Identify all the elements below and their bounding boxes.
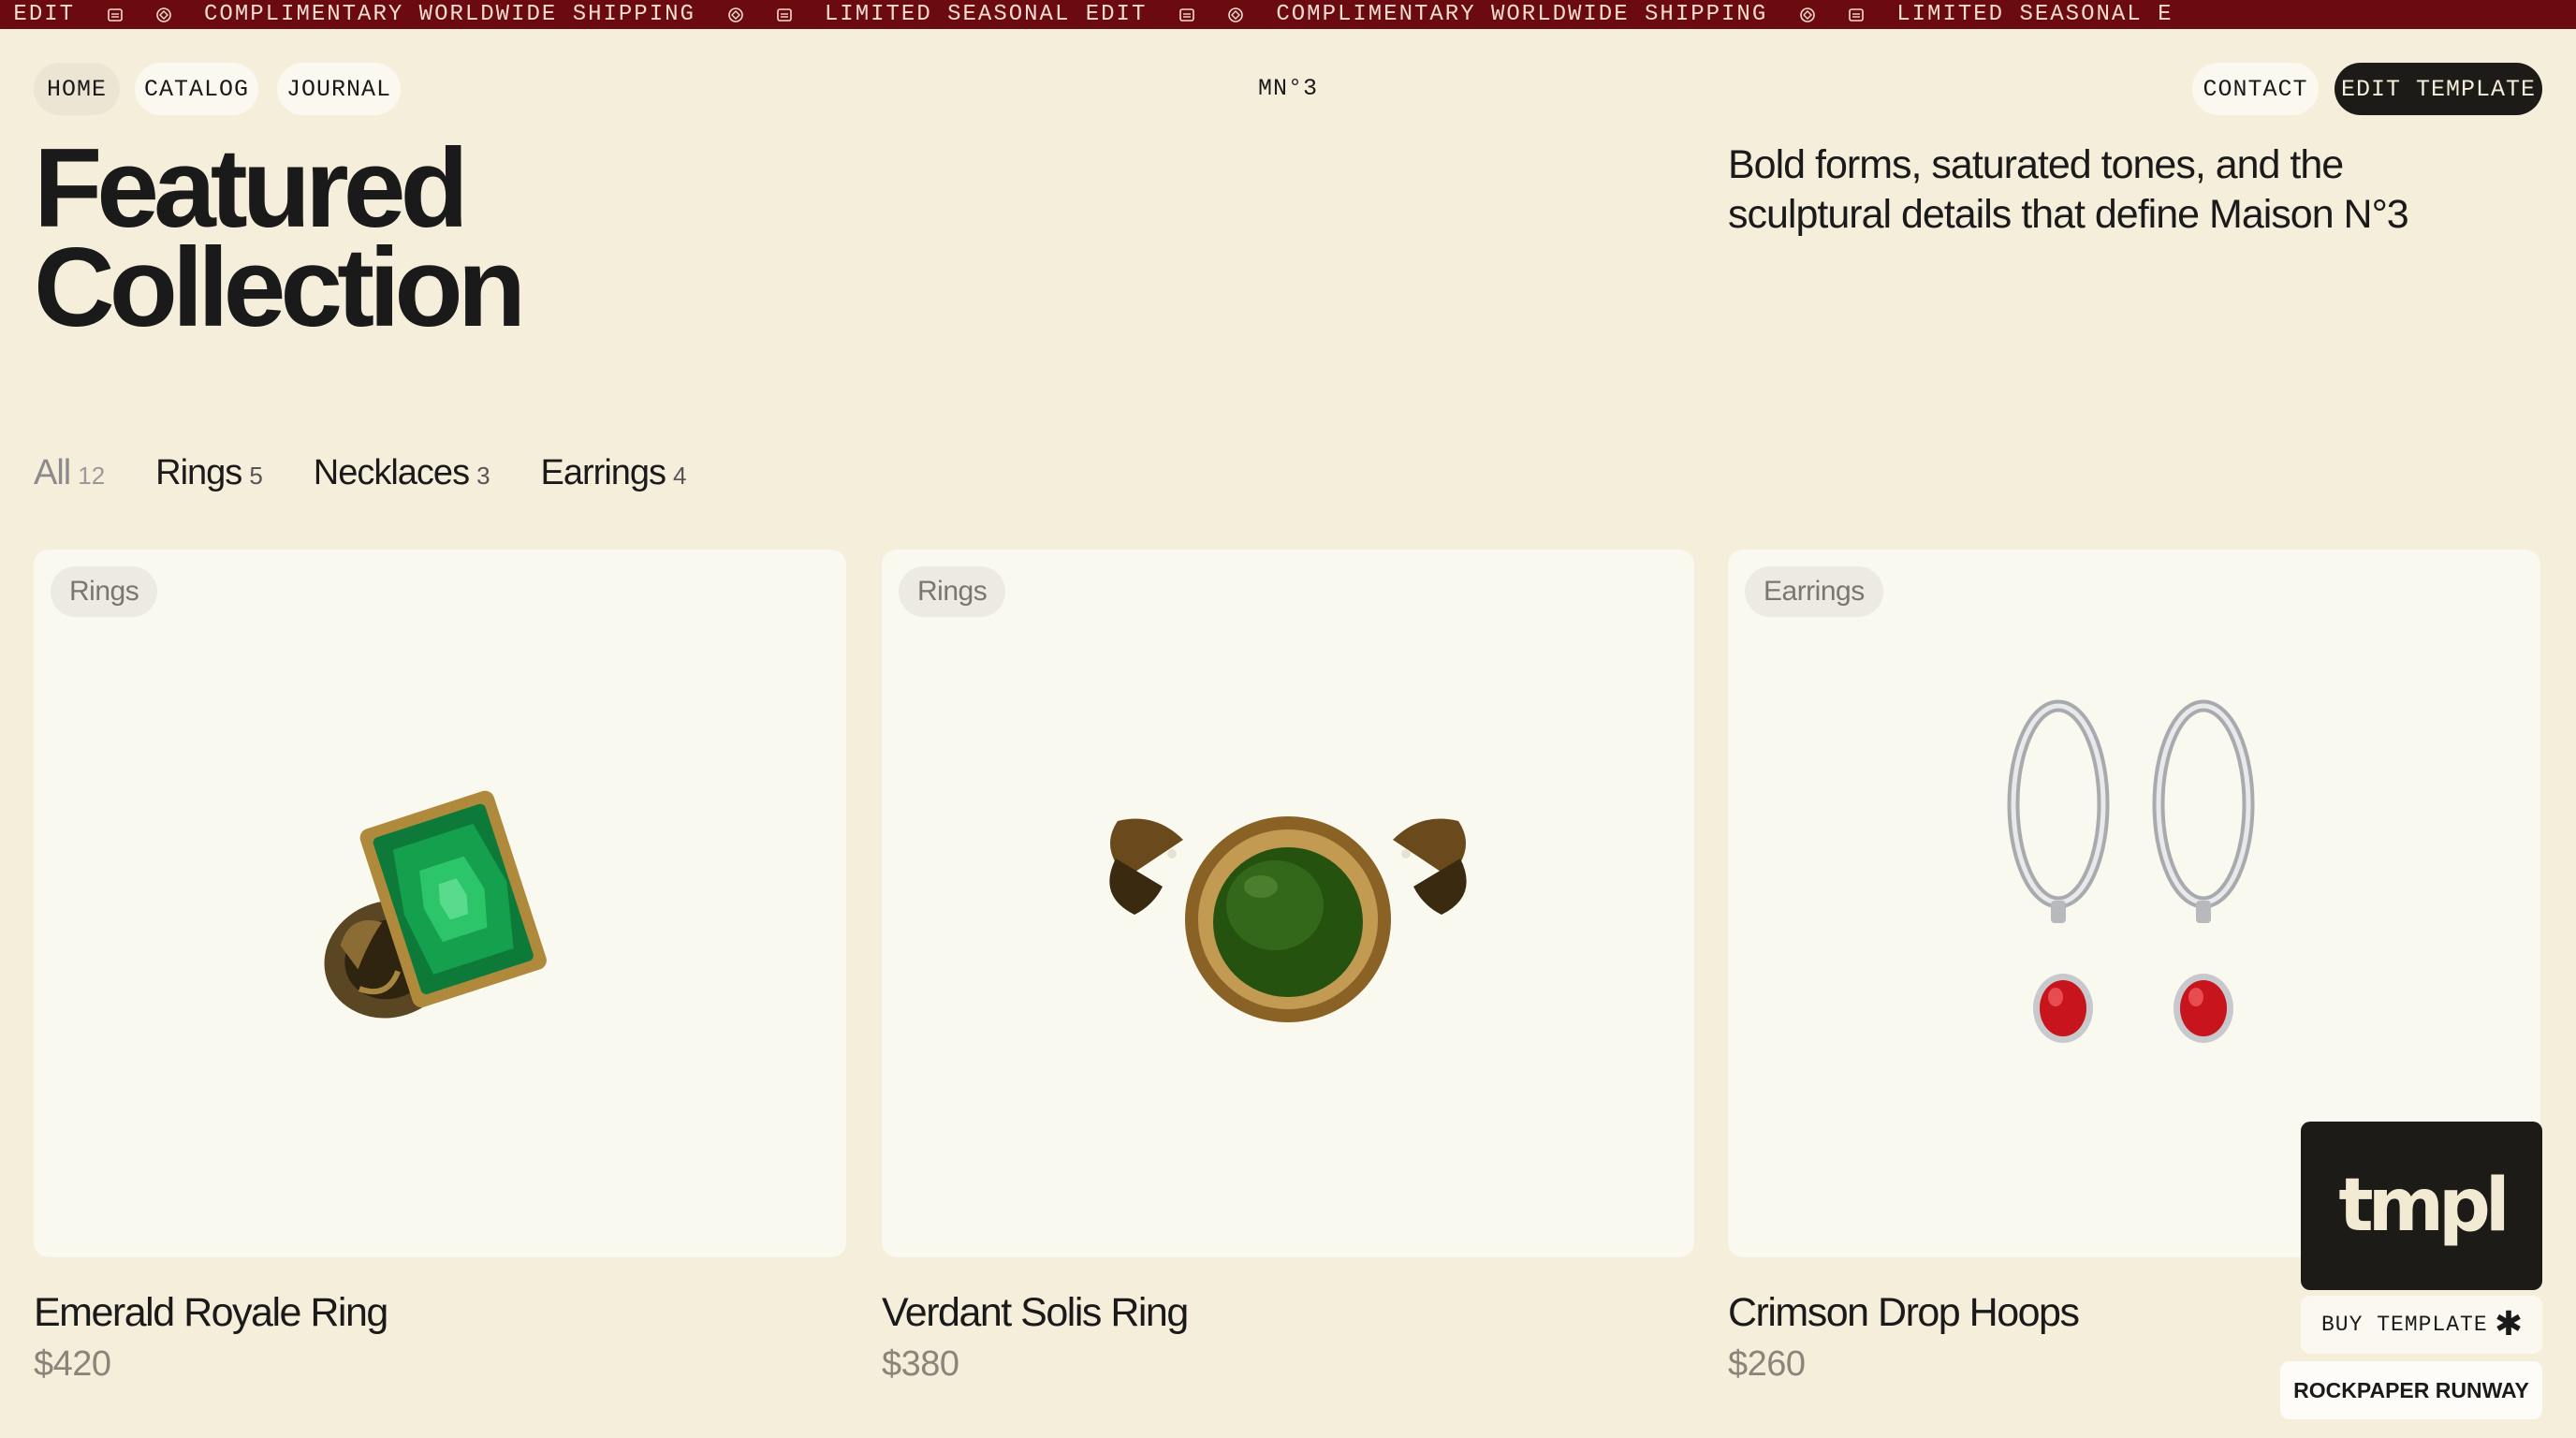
page-title: Featured Collection xyxy=(34,125,689,350)
filter-count: 4 xyxy=(673,462,687,490)
box-icon xyxy=(777,7,792,22)
ticker-text: COMPLIMENTARY WORLDWIDE SHIPPING xyxy=(1276,2,1768,27)
nav-catalog-link[interactable]: CATALOG xyxy=(135,63,258,115)
ticker-item: COMPLIMENTARY WORLDWIDE SHIPPING xyxy=(1227,2,1816,27)
category-tag: Rings xyxy=(899,566,1006,617)
nav-journal-link[interactable]: JOURNAL xyxy=(277,63,401,115)
buy-template-label: BUY TEMPLATE xyxy=(2321,1313,2488,1337)
filter-rings[interactable]: Rings 5 xyxy=(155,453,263,493)
product-price: $420 xyxy=(34,1344,111,1384)
ticker-text: COMPLIMENTARY WORLDWIDE SHIPPING xyxy=(204,2,695,27)
announcement-ticker: SONAL EDIT COMPLIMENTARY WORLDWIDE SHIPP… xyxy=(0,0,2576,29)
box-icon xyxy=(1849,7,1865,22)
product-name[interactable]: Crimson Drop Hoops xyxy=(1728,1290,2080,1336)
filter-label: Rings xyxy=(155,453,242,492)
product-name[interactable]: Verdant Solis Ring xyxy=(882,1290,1189,1336)
ticker-item: SONAL EDIT xyxy=(0,2,124,27)
product-price: $260 xyxy=(1728,1344,1806,1384)
filter-label: All xyxy=(34,453,71,492)
category-tag: Rings xyxy=(51,566,158,617)
page-title-line: Featured xyxy=(34,125,469,251)
filter-count: 3 xyxy=(476,462,490,490)
product-card[interactable]: Rings xyxy=(34,550,846,1257)
product-card[interactable]: Rings xyxy=(882,550,1694,1257)
globe-icon xyxy=(1800,7,1816,22)
filter-label: Earrings xyxy=(540,453,666,492)
ticker-item: LIMITED SEASONAL E xyxy=(1848,2,2173,27)
filter-count: 12 xyxy=(78,462,106,490)
rockpaper-runway-link[interactable]: ROCKPAPER RUNWAY xyxy=(2280,1361,2542,1419)
nav-home-link[interactable]: HOME xyxy=(34,63,120,115)
product-name[interactable]: Emerald Royale Ring xyxy=(34,1290,388,1336)
globe-icon xyxy=(728,7,743,22)
box-icon xyxy=(108,7,123,22)
filter-all[interactable]: All 12 xyxy=(34,453,105,493)
globe-icon xyxy=(1228,7,1244,22)
emerald-ring-image xyxy=(324,790,547,1019)
site-logo[interactable]: MN°3 xyxy=(1245,75,1331,102)
category-tag: Earrings xyxy=(1745,566,1883,617)
filter-earrings[interactable]: Earrings 4 xyxy=(541,453,687,493)
nav-contact-link[interactable]: CONTACT xyxy=(2192,63,2319,115)
ticker-track: SONAL EDIT COMPLIMENTARY WORLDWIDE SHIPP… xyxy=(0,0,2173,29)
jade-ring-image xyxy=(1109,816,1467,1022)
ticker-item: LIMITED SEASONAL EDIT xyxy=(776,2,1195,27)
tmpl-logo: tmpl xyxy=(2338,1164,2510,1248)
tmpl-badge[interactable]: tmpl xyxy=(2301,1122,2542,1290)
filter-count: 5 xyxy=(249,462,263,490)
ticker-text: LIMITED SEASONAL E xyxy=(1896,2,2174,27)
ticker-item: COMPLIMENTARY WORLDWIDE SHIPPING xyxy=(155,2,744,27)
edit-template-button[interactable]: EDIT TEMPLATE xyxy=(2334,63,2542,115)
page-title-line: Collection xyxy=(34,225,526,350)
asterisk-icon: ✱ xyxy=(2494,1305,2524,1343)
filter-necklaces[interactable]: Necklaces 3 xyxy=(314,453,490,493)
globe-icon xyxy=(156,7,171,22)
ticker-text: LIMITED SEASONAL EDIT xyxy=(824,2,1148,27)
category-filters: All 12 Rings 5 Necklaces 3 Earrings 4 xyxy=(34,453,687,504)
box-icon xyxy=(1179,7,1195,22)
product-price: $380 xyxy=(882,1344,959,1384)
buy-template-button[interactable]: BUY TEMPLATE ✱ xyxy=(2301,1296,2542,1354)
hero-description: Bold forms, saturated tones, and the scu… xyxy=(1728,142,2409,237)
filter-label: Necklaces xyxy=(313,453,470,492)
ticker-text: SONAL EDIT xyxy=(0,2,76,27)
